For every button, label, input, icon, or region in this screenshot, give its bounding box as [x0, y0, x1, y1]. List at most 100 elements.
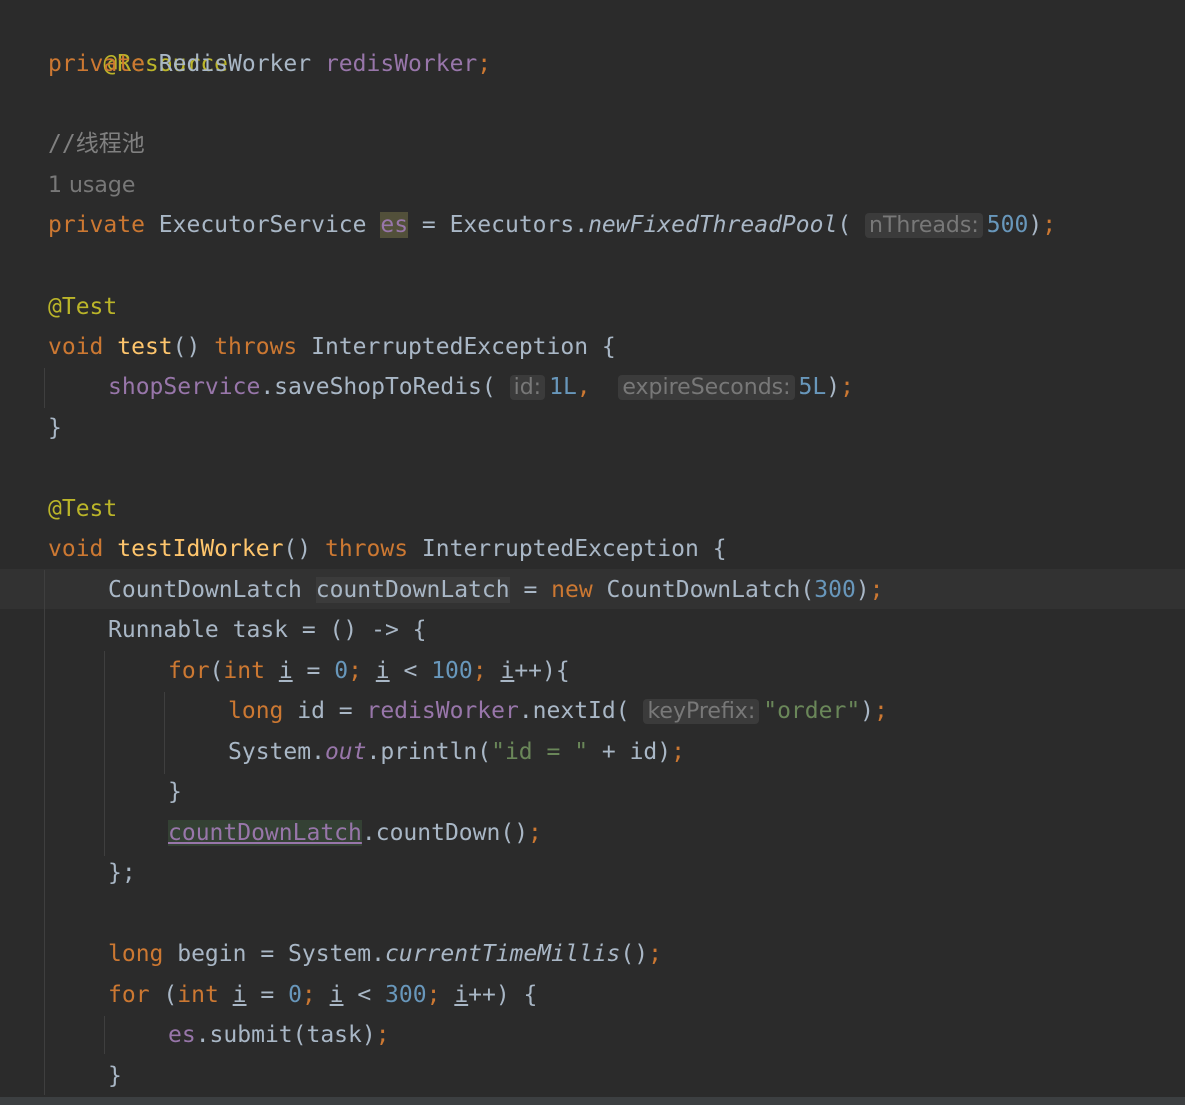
code-text: }; [108, 860, 136, 886]
indent-guide [44, 570, 45, 1095]
code-text: ++){ [514, 658, 570, 684]
variable-name: countDownLatch [315, 577, 510, 603]
code-line: System.out.println("id = " + id); [228, 732, 685, 772]
semicolon: ; [874, 698, 888, 724]
code-line: @Test [48, 489, 117, 529]
semicolon: ; [648, 941, 662, 967]
method-call: .println( [366, 739, 492, 765]
number-literal: 500 [986, 212, 1029, 238]
paren: ) [855, 577, 870, 603]
field-name: redisWorker [366, 698, 519, 724]
method-call: .nextId( [518, 698, 630, 724]
loop-variable: i [232, 982, 247, 1008]
code-text: () [283, 536, 325, 562]
number-literal: 1L [549, 374, 577, 400]
code-text: ( [149, 982, 178, 1008]
paren: ) [1028, 212, 1043, 238]
string-literal: "id = " [491, 739, 589, 765]
code-text: ++) { [468, 982, 538, 1008]
paren: ( [837, 212, 852, 238]
code-text: = [509, 577, 552, 603]
number-literal: 300 [385, 982, 427, 1008]
semicolon: ; [426, 982, 441, 1008]
code-line: } [168, 772, 182, 812]
paren: () [620, 941, 649, 967]
semicolon: ; [477, 51, 492, 77]
code-text: () [172, 334, 215, 360]
keyword: private [48, 51, 145, 77]
method-call: .submit(task) [195, 1022, 376, 1048]
code-line: void testIdWorker() throws InterruptedEx… [48, 529, 727, 569]
keyword: throws [214, 334, 298, 360]
code-text: = [292, 658, 335, 684]
code-text: = Executors. [408, 212, 589, 238]
brace: } [48, 415, 62, 441]
code-line: private ExecutorService es = Executors.n… [48, 205, 1056, 245]
code-editor[interactable]: @Resource private RedisWorker redisWorke… [0, 0, 1185, 1105]
number-literal: 5L [798, 374, 827, 400]
parameter-hint: expireSeconds: [618, 375, 795, 400]
method-call: .saveShopToRedis( [260, 374, 496, 400]
code-line: shopService.saveShopToRedis( id: 1L, expi… [108, 367, 854, 407]
code-line: long id = redisWorker.nextId( keyPrefix:… [228, 691, 888, 731]
paren: ) [860, 698, 875, 724]
variable-reference: countDownLatch [168, 820, 362, 846]
code-line: @Resource [48, 4, 228, 77]
code-text: InterruptedException { [297, 334, 616, 360]
code-line: } [108, 1056, 122, 1096]
semicolon: ; [869, 577, 884, 603]
code-text: CountDownLatch( [592, 577, 815, 603]
keyword: new [551, 577, 593, 603]
parameter-hint: nThreads: [865, 213, 983, 238]
code-text: begin = System. [163, 941, 385, 967]
comma: , [576, 374, 591, 400]
brace: } [168, 779, 182, 805]
number-literal: 300 [814, 577, 856, 603]
method-call: .countDown() [361, 820, 529, 846]
code-line: es.submit(task); [168, 1015, 390, 1055]
semicolon: ; [528, 820, 542, 846]
usage-hint-line[interactable]: 1 usage [48, 165, 135, 205]
parameter-hint: id: [509, 375, 546, 400]
semicolon: ; [301, 982, 316, 1008]
semicolon: ; [671, 739, 685, 765]
annotation: @Test [48, 496, 118, 522]
brace: } [108, 1063, 122, 1089]
indent-guide [44, 368, 45, 408]
code-line: CountDownLatch countDownLatch = new Coun… [108, 570, 884, 610]
code-text: id = [283, 698, 367, 724]
code-text: < [343, 982, 386, 1008]
keyword: for [108, 982, 150, 1008]
indent-guide [164, 692, 165, 774]
code-text: Runnable task = () -> { [108, 617, 427, 643]
keyword: long [108, 941, 164, 967]
loop-variable: i [454, 982, 469, 1008]
method-call: newFixedThreadPool [588, 212, 838, 238]
usage-count-link[interactable]: 1 usage [48, 173, 135, 198]
semicolon: ; [840, 374, 854, 400]
semicolon: ; [472, 658, 487, 684]
method-name: testIdWorker [117, 536, 284, 562]
code-text: + id) [588, 739, 672, 765]
field-name: redisWorker [324, 51, 478, 77]
number-literal: 0 [334, 658, 349, 684]
code-line: for(int i = 0; i < 100; i++){ [168, 651, 570, 691]
parameter-hint: keyPrefix: [643, 699, 760, 724]
number-literal: 100 [431, 658, 473, 684]
code-line: private RedisWorker redisWorker; [48, 44, 491, 84]
loop-variable: i [375, 658, 390, 684]
type-name: CountDownLatch [108, 577, 316, 603]
horizontal-scrollbar[interactable] [0, 1097, 1185, 1105]
code-text: System. [228, 739, 325, 765]
keyword: void [48, 334, 104, 360]
semicolon: ; [375, 1022, 390, 1048]
semicolon: ; [1042, 212, 1057, 238]
code-text: InterruptedException { [408, 536, 727, 562]
code-line: } [48, 408, 62, 448]
code-line: countDownLatch.countDown(); [168, 813, 542, 853]
